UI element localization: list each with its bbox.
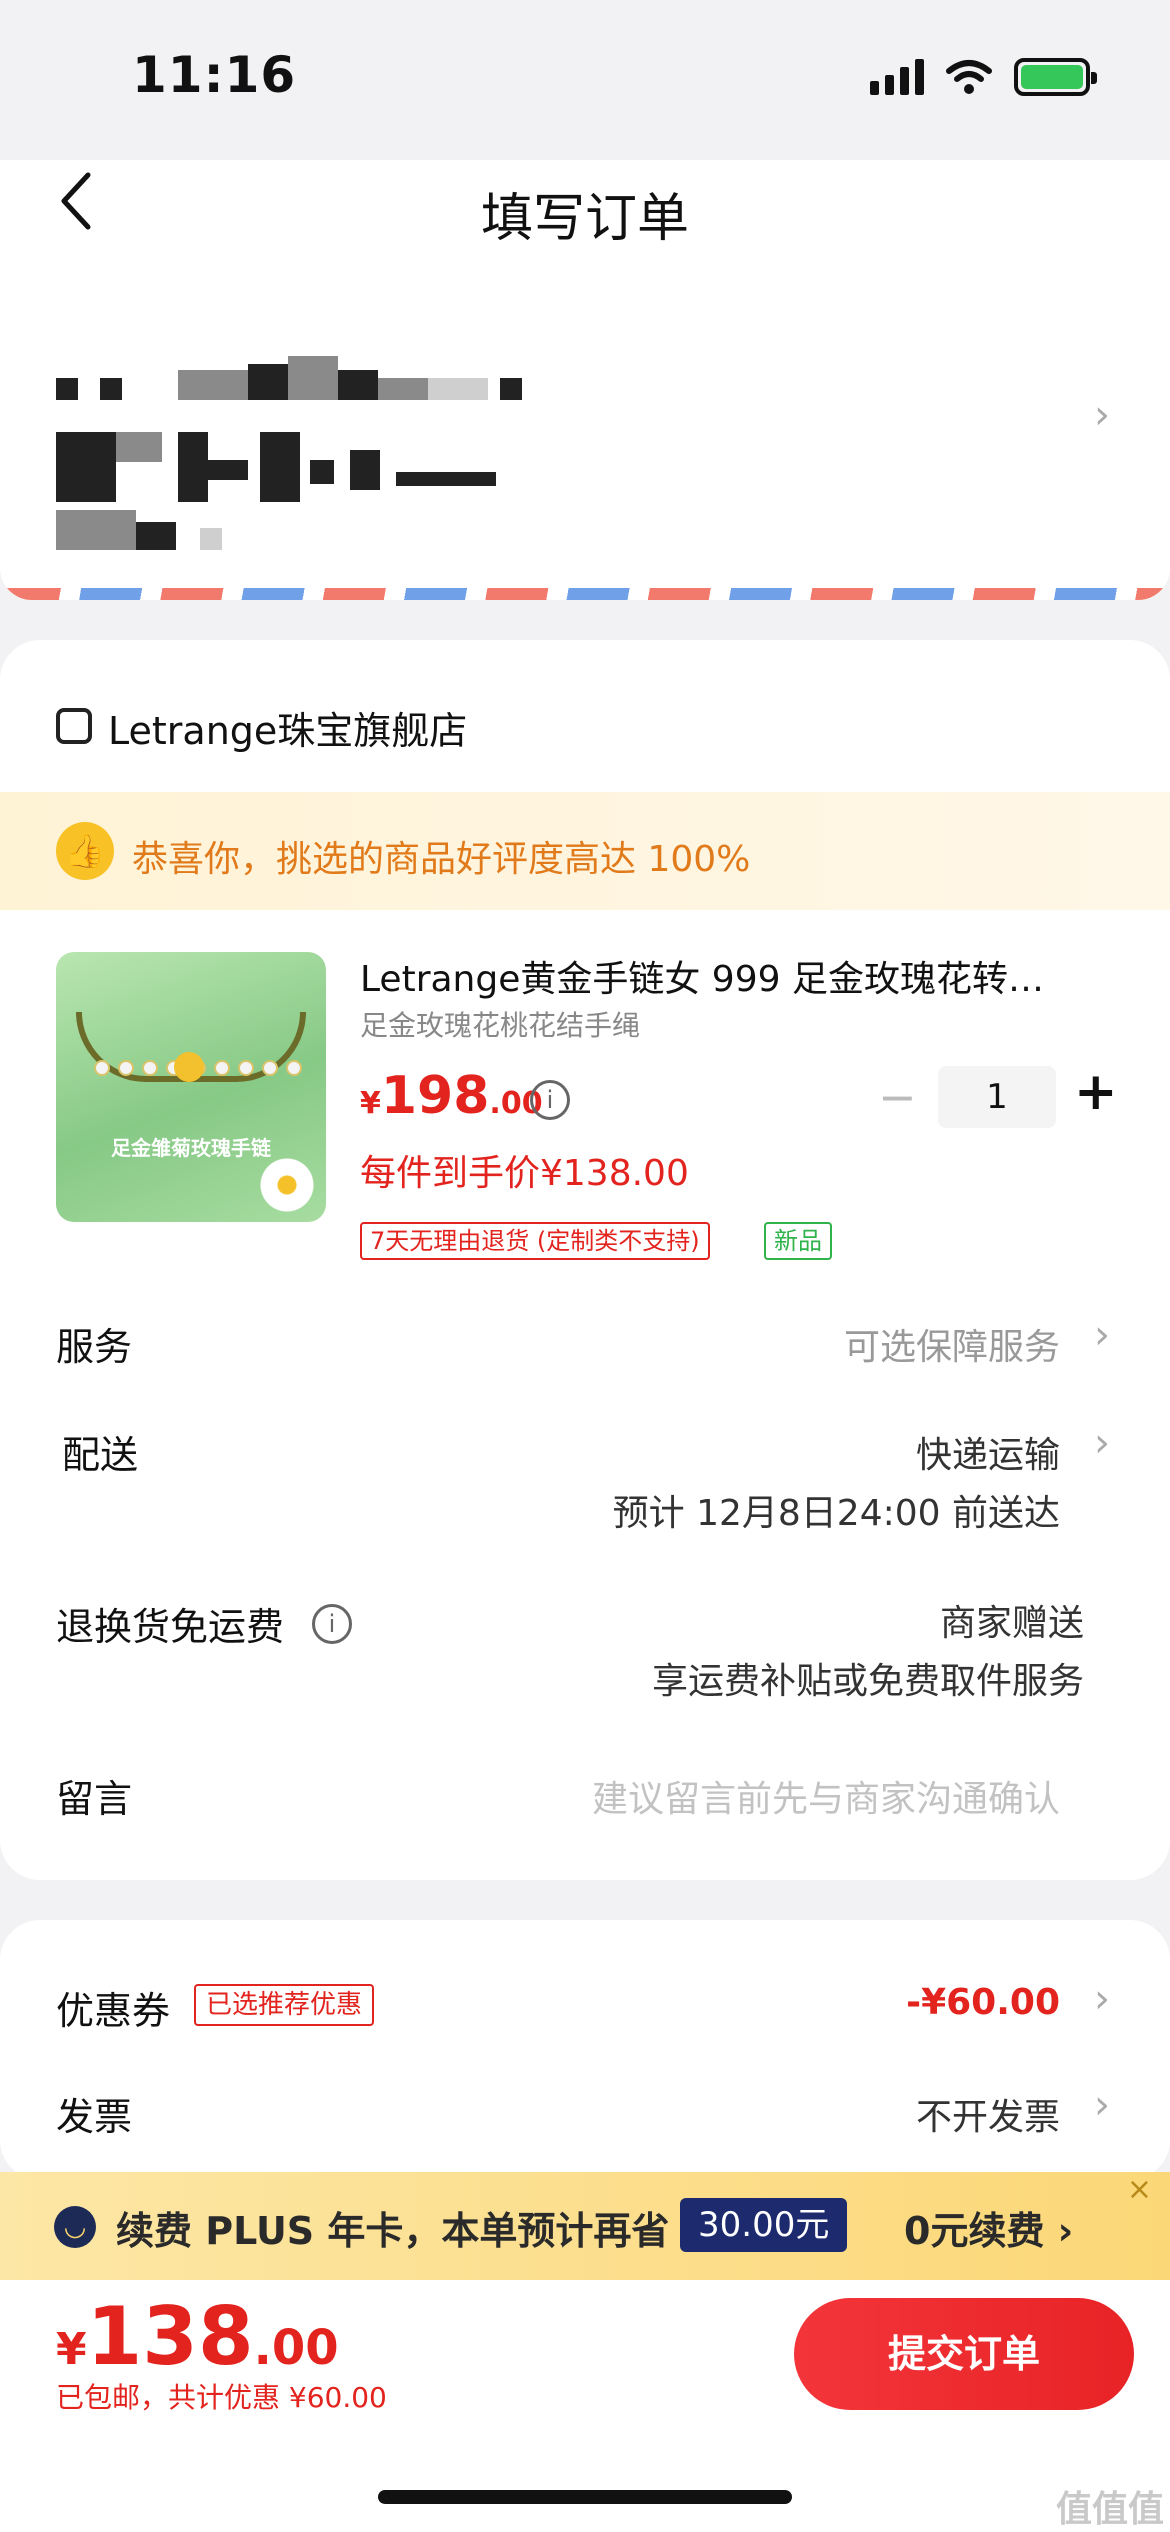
plus-text: 续费 PLUS 年卡，本单预计再省 [116, 2209, 670, 2253]
signal-icon [870, 59, 924, 95]
product-image[interactable]: 足金雏菊玫瑰手链 [56, 952, 326, 1222]
home-indicator[interactable] [378, 2490, 792, 2504]
submit-order-button[interactable]: 提交订单 [794, 2298, 1134, 2410]
quantity-input[interactable]: 1 [938, 1066, 1056, 1128]
total-price: ¥138.00 [56, 2290, 339, 2383]
discount-card [0, 1920, 1170, 2180]
status-time: 11:16 [132, 46, 297, 104]
product-price: ¥198.00 [360, 1066, 543, 1126]
info-icon[interactable]: i [312, 1604, 352, 1644]
watermark-logo: 值值值 [1055, 2489, 1164, 2530]
page-title: 填写订单 [480, 189, 689, 249]
delivery-label: 配送 [62, 1433, 139, 1477]
chevron-right-icon: › [1094, 2082, 1110, 2128]
delivery-eta: 预计 12月8日24:00 前送达 [612, 1493, 1060, 1534]
daisy-graphic [258, 1156, 316, 1214]
return-policy-tag: 7天无理由退货 (定制类不支持) [360, 1222, 710, 1260]
info-icon[interactable]: i [530, 1080, 570, 1120]
qty-minus-button[interactable]: − [878, 1070, 917, 1124]
coupon-label: 优惠券 [56, 1989, 171, 2033]
address-card[interactable]: › [0, 260, 1170, 600]
new-product-tag: 新品 [764, 1222, 832, 1260]
store-name[interactable]: Letrange珠宝旗舰店 [108, 700, 467, 755]
qty-plus-button[interactable]: + [1074, 1062, 1118, 1122]
product-sku[interactable]: 足金玫瑰花桃花结手绳 [360, 1004, 640, 1044]
coupon-value[interactable]: -¥60.00 [906, 1982, 1060, 2023]
coupon-recommend-tag: 已选推荐优惠 [194, 1984, 375, 2026]
service-value[interactable]: 可选保障服务 [844, 1318, 1060, 1370]
message-label: 留言 [56, 1777, 133, 1821]
return-shipping-label: 退换货免运费 [56, 1605, 285, 1649]
message-input[interactable]: 建议留言前先与商家沟通确认 [592, 1770, 1060, 1822]
chevron-right-icon: › [1094, 1312, 1110, 1358]
plus-renew-button[interactable]: 0元续费 › [904, 2200, 1073, 2255]
chevron-right-icon: › [1094, 1420, 1110, 1466]
service-label: 服务 [56, 1325, 133, 1369]
chevron-right-icon: › [1094, 392, 1110, 438]
thumbs-up-icon: 👍 [56, 822, 114, 880]
close-icon[interactable]: × [1127, 2172, 1152, 2207]
battery-icon [1014, 58, 1097, 96]
airmail-border [0, 588, 1170, 600]
praise-banner-text: 恭喜你，挑选的商品好评度高达 100% [132, 839, 751, 880]
wifi-icon [946, 60, 992, 94]
delivery-value[interactable]: 快递运输 [916, 1426, 1060, 1478]
plus-saving-chip: 30.00元 [680, 2198, 848, 2252]
return-shipping-value: 商家赠送 [939, 1603, 1084, 1644]
invoice-value[interactable]: 不开发票 [916, 2088, 1060, 2140]
store-icon [56, 708, 92, 744]
invoice-label: 发票 [56, 2095, 133, 2139]
unit-price: 每件到手价¥138.00 [360, 1153, 689, 1194]
status-icons [870, 58, 1097, 96]
chevron-right-icon: › [1094, 1976, 1110, 2022]
total-note: 已包邮，共计优惠 ¥60.00 [56, 2381, 387, 2414]
return-shipping-desc: 享运费补贴或免费取件服务 [651, 1661, 1084, 1702]
plus-logo-icon: ◡ [54, 2206, 96, 2248]
product-title[interactable]: Letrange黄金手链女 999 足金玫瑰花转… [360, 950, 1100, 1002]
